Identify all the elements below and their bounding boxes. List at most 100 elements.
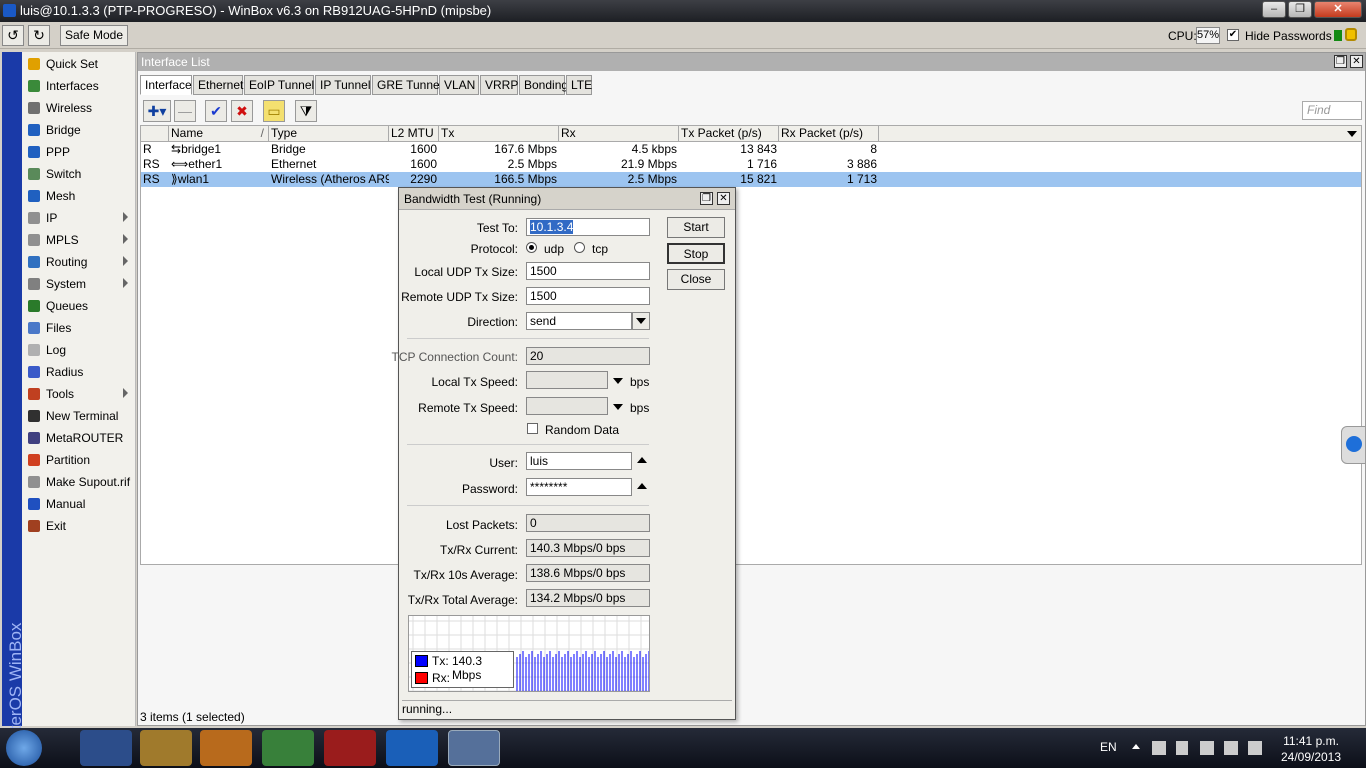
sidebar-item-ppp[interactable]: PPP	[22, 141, 134, 163]
disable-button[interactable]: ✖	[231, 100, 253, 122]
sidebar-item-queues[interactable]: Queues	[22, 295, 134, 317]
local-udp-input[interactable]: 1500	[526, 262, 650, 280]
teamviewer-side-tab[interactable]	[1341, 426, 1366, 464]
stop-button[interactable]: Stop	[667, 243, 725, 264]
redo-button[interactable]: ↻	[28, 25, 50, 46]
interface-list-title[interactable]: Interface List	[138, 53, 1365, 71]
sidebar-item-manual[interactable]: Manual	[22, 493, 134, 515]
interface-list-restore-button[interactable]: ❐	[1334, 55, 1347, 68]
remote-udp-input[interactable]: 1500	[526, 287, 650, 305]
winbox-app-icon[interactable]	[3, 4, 16, 17]
taskbar-app-icon[interactable]	[324, 730, 376, 766]
volume-icon[interactable]	[1224, 741, 1238, 755]
tab-ip-tunnel[interactable]: IP Tunnel	[315, 75, 371, 95]
remove-button[interactable]: —	[174, 100, 196, 122]
power-icon[interactable]	[1176, 741, 1188, 755]
sidebar-item-new-terminal[interactable]: New Terminal	[22, 405, 134, 427]
table-row[interactable]: R ⇆bridge1 Bridge 1600 167.6 Mbps 4.5 kbps 13 …	[141, 142, 1361, 157]
protocol-udp-radio[interactable]	[526, 242, 537, 253]
start-button[interactable]: Start	[667, 217, 725, 238]
sidebar-item-make-supout-rif[interactable]: Make Supout.rif	[22, 471, 134, 493]
tab-eoip-tunnel[interactable]: EoIP Tunnel	[244, 75, 314, 95]
tab-ethernet[interactable]: Ethernet	[193, 75, 243, 95]
col-header-tx-packet[interactable]: Tx Packet (p/s)	[679, 126, 779, 142]
col-header-l2mtu[interactable]: L2 MTU	[389, 126, 439, 142]
test-to-input[interactable]: 10.1.3.4	[526, 218, 650, 236]
direction-dropdown-button[interactable]	[632, 312, 650, 330]
add-button[interactable]: ✚▾	[143, 100, 171, 122]
tab-vrrp[interactable]: VRRP	[480, 75, 518, 95]
sidebar-item-partition[interactable]: Partition	[22, 449, 134, 471]
col-header-flag[interactable]	[141, 126, 169, 142]
safe-mode-button[interactable]: Safe Mode	[60, 25, 128, 46]
remote-tx-speed-input[interactable]	[526, 397, 608, 415]
local-tx-speed-dropdown-icon[interactable]	[613, 378, 623, 384]
taskbar-teamviewer-icon[interactable]	[386, 730, 438, 766]
enable-button[interactable]: ✔	[205, 100, 227, 122]
table-row[interactable]: RS ⟫wlan1 Wireless (Atheros AR9... 2290 166.…	[141, 172, 1361, 187]
tab-lte[interactable]: LTE	[566, 75, 592, 95]
sidebar-item-files[interactable]: Files	[22, 317, 134, 339]
tray-expand-icon[interactable]	[1132, 744, 1140, 749]
language-indicator[interactable]: EN	[1100, 740, 1117, 754]
col-header-type[interactable]: Type	[269, 126, 389, 142]
taskbar-winbox-icon[interactable]	[448, 730, 500, 766]
bluetooth-icon[interactable]	[1248, 741, 1262, 755]
start-orb-icon[interactable]	[6, 730, 42, 766]
maximize-button[interactable]: ❐	[1288, 1, 1312, 18]
remote-tx-speed-dropdown-icon[interactable]	[613, 404, 623, 410]
sidebar-item-metarouter[interactable]: MetaROUTER	[22, 427, 134, 449]
sidebar-item-quick-set[interactable]: Quick Set	[22, 53, 134, 75]
tab-gre-tunnel[interactable]: GRE Tunnel	[372, 75, 442, 95]
sidebar-item-radius[interactable]: Radius	[22, 361, 134, 383]
protocol-tcp-radio[interactable]	[574, 242, 585, 253]
clock-date[interactable]: 24/09/2013	[1278, 750, 1344, 764]
local-tx-speed-input[interactable]	[526, 371, 608, 389]
network-icon[interactable]	[1200, 741, 1214, 755]
direction-select[interactable]: send	[526, 312, 632, 330]
sidebar-item-mpls[interactable]: MPLS	[22, 229, 134, 251]
sidebar-item-switch[interactable]: Switch	[22, 163, 134, 185]
sidebar-item-routing[interactable]: Routing	[22, 251, 134, 273]
user-collapse-icon[interactable]	[637, 457, 647, 463]
sidebar-item-exit[interactable]: Exit	[22, 515, 134, 537]
undo-button[interactable]: ↺	[2, 25, 24, 46]
bandwidth-test-restore-button[interactable]: ❐	[700, 192, 713, 205]
col-header-rx-packet[interactable]: Rx Packet (p/s)	[779, 126, 879, 142]
table-row[interactable]: RS ⟺ether1 Ethernet 1600 2.5 Mbps 21.9 Mbps 1 …	[141, 157, 1361, 172]
comment-button[interactable]: ▭	[263, 100, 285, 122]
sidebar-item-bridge[interactable]: Bridge	[22, 119, 134, 141]
col-header-tx[interactable]: Tx	[439, 126, 559, 142]
col-header-name[interactable]: Name /	[169, 126, 269, 142]
sidebar-item-system[interactable]: System	[22, 273, 134, 295]
bandwidth-test-title[interactable]: Bandwidth Test (Running)	[399, 188, 735, 210]
hide-passwords-checkbox[interactable]: ✔	[1227, 29, 1239, 41]
sidebar-item-ip[interactable]: IP	[22, 207, 134, 229]
sidebar-item-log[interactable]: Log	[22, 339, 134, 361]
filter-button[interactable]: ⧩	[295, 100, 317, 122]
taskbar-explorer-icon[interactable]	[140, 730, 192, 766]
minimize-button[interactable]: ‒	[1262, 1, 1286, 18]
clock-time[interactable]: 11:41 p.m.	[1278, 734, 1344, 748]
tcp-count-input[interactable]: 20	[526, 347, 650, 365]
window-title-bar[interactable]: luis@10.1.3.3 (PTP-PROGRESO) - WinBox v6…	[0, 0, 1366, 22]
sidebar-item-mesh[interactable]: Mesh	[22, 185, 134, 207]
tab-interface[interactable]: Interface	[140, 75, 192, 95]
random-data-checkbox[interactable]	[527, 423, 538, 434]
tab-vlan[interactable]: VLAN	[439, 75, 479, 95]
sidebar-item-wireless[interactable]: Wireless	[22, 97, 134, 119]
action-center-icon[interactable]	[1152, 741, 1166, 755]
tab-bonding[interactable]: Bonding	[519, 75, 568, 95]
taskbar-media-player-icon[interactable]	[200, 730, 252, 766]
taskbar-ie-icon[interactable]	[80, 730, 132, 766]
col-header-rx[interactable]: Rx	[559, 126, 679, 142]
interface-list-close-button[interactable]: ✕	[1350, 55, 1363, 68]
user-input[interactable]: luis	[526, 452, 632, 470]
columns-menu-icon[interactable]	[1347, 131, 1357, 137]
sidebar-item-tools[interactable]: Tools	[22, 383, 134, 405]
close-button[interactable]: Close	[667, 269, 725, 290]
bandwidth-test-close-x-button[interactable]: ✕	[717, 192, 730, 205]
find-input[interactable]: Find	[1302, 101, 1362, 120]
password-input[interactable]: ********	[526, 478, 632, 496]
password-collapse-icon[interactable]	[637, 483, 647, 489]
